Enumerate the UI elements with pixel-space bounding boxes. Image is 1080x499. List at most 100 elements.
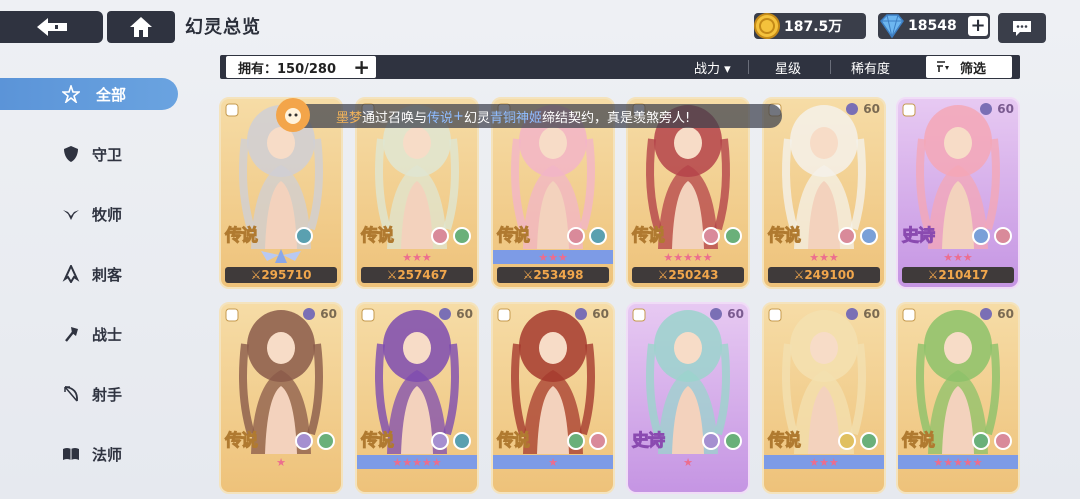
hero-card[interactable]: 60 传说 ★★★★★ — [355, 302, 479, 494]
sidebar-item-guardian[interactable]: 守卫 — [0, 138, 178, 170]
notice-rarity: 传说 — [427, 110, 454, 126]
combat-power-value: 257467 — [397, 268, 448, 282]
sort-star-button[interactable]: 星级 — [775, 58, 801, 77]
chat-button[interactable] — [998, 13, 1046, 43]
crossed-swords-icon: ⚔ — [657, 268, 669, 282]
element-icon — [994, 227, 1012, 245]
element-icon — [567, 227, 585, 245]
class-badge-icon — [902, 308, 916, 322]
diamond-icon — [880, 14, 904, 39]
back-button[interactable] — [0, 11, 103, 43]
hero-card[interactable]: 60 传说 ★★★★★ — [896, 302, 1020, 494]
crossed-swords-icon: ⚔ — [250, 268, 262, 282]
rarity-label: 传说 — [497, 226, 531, 247]
sidebar-item-priest[interactable]: 牧师 — [0, 198, 178, 230]
axe-icon — [65, 327, 78, 342]
expand-slots-button[interactable]: + — [353, 56, 370, 78]
rarity-label: 传说 — [497, 431, 531, 452]
notice-hero-name: 青铜神姬 — [489, 110, 542, 126]
notice-player-name: 墨梦 — [336, 110, 363, 126]
sidebar-item-all[interactable]: 全部 — [0, 78, 178, 110]
hero-level: 60 — [997, 307, 1014, 321]
sort-power-button[interactable]: 战力 ▾ — [694, 58, 731, 77]
summon-notice-banner: 墨梦 通过召唤与 传说 + 幻灵 青铜神姬 缔结契约，真是羡煞旁人! — [282, 104, 782, 128]
top-bar: 幻灵总览 187.5万 18548 + — [0, 0, 1080, 52]
element-icon — [295, 432, 313, 450]
level-badge-icon — [439, 308, 451, 320]
combat-power-value: 210417 — [938, 268, 989, 282]
gem-currency: 18548 + — [878, 13, 990, 39]
crossed-swords-icon: ⚔ — [386, 268, 398, 282]
add-gems-button[interactable]: + — [968, 16, 988, 36]
gold-currency: 187.5万 — [754, 13, 866, 39]
hero-level: 60 — [863, 102, 880, 116]
filter-icon — [937, 61, 949, 72]
star-rating: ★★★ — [943, 250, 973, 264]
element-icon — [860, 432, 878, 450]
element-icon — [972, 432, 990, 450]
bow-icon — [64, 386, 78, 402]
element-icon — [453, 432, 471, 450]
star-rating: ★★★★★ — [663, 250, 713, 264]
element-icon — [453, 227, 471, 245]
element-icon — [295, 227, 313, 245]
divider — [748, 60, 749, 74]
combat-power-value: 253498 — [533, 268, 584, 282]
notice-mascot-icon — [276, 98, 310, 132]
element-icon — [724, 227, 742, 245]
level-badge-icon — [846, 103, 858, 115]
home-button[interactable] — [107, 11, 175, 43]
wing-heart-icon — [63, 210, 79, 220]
level-badge-icon — [980, 103, 992, 115]
notice-text: 幻灵 — [463, 110, 490, 126]
filter-button[interactable]: 筛选 — [926, 56, 1012, 78]
combat-power: ⚔ 253498 — [497, 267, 609, 283]
element-icon — [972, 227, 990, 245]
class-badge-icon — [225, 103, 239, 117]
level-badge-icon — [710, 308, 722, 320]
hero-level: 60 — [592, 307, 609, 321]
level-badge-icon — [846, 308, 858, 320]
hero-card[interactable]: 60 史诗 ★ — [626, 302, 750, 494]
sidebar-item-mage[interactable]: 法师 — [0, 438, 178, 470]
element-icon — [431, 432, 449, 450]
sidebar-item-label: 牧师 — [92, 205, 123, 224]
owned-count: 拥有：150/280 + — [226, 56, 376, 78]
sidebar-item-label: 法师 — [92, 445, 123, 464]
hero-card[interactable]: 60 传说 ★ — [491, 302, 615, 494]
star-rating: ★ — [493, 455, 613, 469]
rarity-label: 传说 — [768, 431, 802, 452]
combat-power: ⚔ 257467 — [361, 267, 473, 283]
hero-card[interactable]: 60 史诗 ★★★ ⚔ 210417 — [896, 97, 1020, 289]
class-badge-icon — [497, 308, 511, 322]
shield-icon — [64, 146, 78, 162]
sidebar-item-label: 刺客 — [92, 265, 123, 284]
rarity-label: 传说 — [902, 431, 936, 452]
sidebar-item-label: 射手 — [92, 385, 123, 404]
hero-card[interactable]: 60 传说 ★★★ ⚔ 249100 — [762, 97, 886, 289]
element-icon — [431, 227, 449, 245]
sidebar-item-archer[interactable]: 射手 — [0, 378, 178, 410]
level-badge-icon — [980, 308, 992, 320]
notice-text: 通过召唤与 — [362, 110, 428, 126]
crossed-swords-icon: ⚔ — [927, 268, 939, 282]
gem-amount: 18548 — [908, 18, 957, 34]
element-icon — [994, 432, 1012, 450]
combat-power-value: 250243 — [668, 268, 719, 282]
sidebar-item-label: 全部 — [96, 85, 127, 104]
rarity-label: 传说 — [768, 226, 802, 247]
divider — [830, 60, 831, 74]
book-icon — [63, 448, 79, 460]
element-icon — [317, 432, 335, 450]
element-icon — [724, 432, 742, 450]
level-badge-icon — [303, 308, 315, 320]
hero-card[interactable]: 60 传说 ★ — [219, 302, 343, 494]
filter-bar: 拥有：150/280 + 战力 ▾ 星级 稀有度 筛选 — [220, 55, 1020, 79]
sidebar-item-warrior[interactable]: 战士 — [0, 318, 178, 350]
chat-bubble-icon — [1013, 21, 1031, 36]
sort-rarity-button[interactable]: 稀有度 — [851, 58, 890, 77]
sidebar-item-label: 战士 — [92, 325, 123, 344]
hero-card[interactable]: 60 传说 ★★★ — [762, 302, 886, 494]
sidebar-item-assassin[interactable]: 刺客 — [0, 258, 178, 290]
notice-text: 缔结契约，真是羡煞旁人! — [541, 110, 691, 126]
